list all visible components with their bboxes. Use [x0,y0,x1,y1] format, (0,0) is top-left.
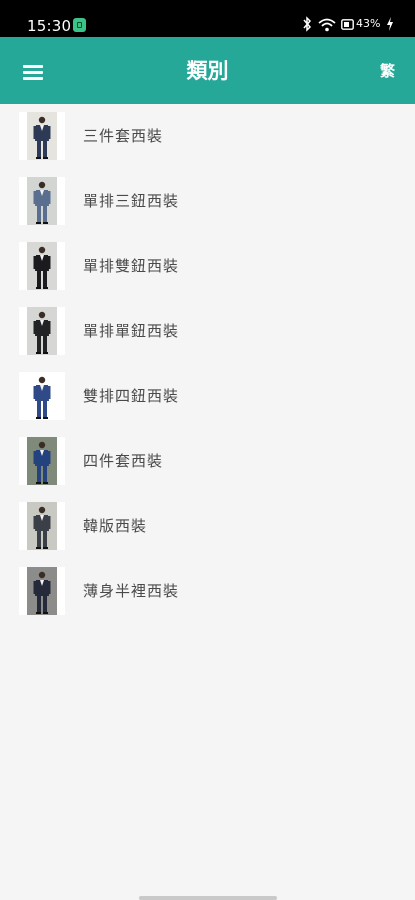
category-label: 單排單鈕西裝 [83,322,180,340]
suit-figure-icon [27,437,57,485]
list-item[interactable]: 韓版西裝 [0,494,415,559]
list-item[interactable]: 四件套西裝 [0,429,415,494]
battery-percent: 43% [356,17,381,30]
charging-icon [387,17,393,31]
list-item[interactable]: 單排三鈕西裝 [0,169,415,234]
suit-thumbnail [19,307,65,355]
suit-thumbnail [19,242,65,290]
suit-thumbnail [19,177,65,225]
suit-figure-icon [27,242,57,290]
suit-figure-icon [19,372,65,420]
bluetooth-icon [303,16,312,32]
list-item[interactable]: 薄身半裡西裝 [0,559,415,624]
category-label: 單排三鈕西裝 [83,192,180,210]
suit-figure-icon [27,112,57,160]
list-item[interactable]: 三件套西裝 [0,104,415,169]
status-time: 15:30 [27,17,72,35]
category-label: 三件套西裝 [83,127,164,145]
battery-saver-icon [341,19,354,30]
page-title: 類別 [186,59,229,83]
suit-figure-icon [27,307,57,355]
home-indicator[interactable] [139,896,277,900]
category-label: 四件套西裝 [83,452,164,470]
suit-thumbnail [19,112,65,160]
suit-figure-icon [27,567,57,615]
category-label: 單排雙鈕西裝 [83,257,180,275]
status-bar: 15:30 43% [0,0,415,37]
suit-thumbnail [19,437,65,485]
suit-thumbnail [19,567,65,615]
suit-thumbnail [19,502,65,550]
category-label: 薄身半裡西裝 [83,582,180,600]
language-toggle-button[interactable]: 繁 [380,61,395,81]
suit-figure-icon [27,177,57,225]
app-notification-icon [73,18,86,32]
list-item[interactable]: 單排雙鈕西裝 [0,234,415,299]
suit-figure-icon [27,502,57,550]
category-label: 雙排四鈕西裝 [83,387,180,405]
category-list: 三件套西裝 單排三鈕西裝 單排雙鈕西裝 單排單鈕西裝 雙排四鈕西裝 四件套西裝 … [0,104,415,624]
wifi-icon [318,18,336,32]
list-item[interactable]: 雙排四鈕西裝 [0,364,415,429]
list-item[interactable]: 單排單鈕西裝 [0,299,415,364]
category-label: 韓版西裝 [83,517,148,535]
suit-thumbnail [19,372,65,420]
app-bar: 類別 繁 [0,37,415,104]
